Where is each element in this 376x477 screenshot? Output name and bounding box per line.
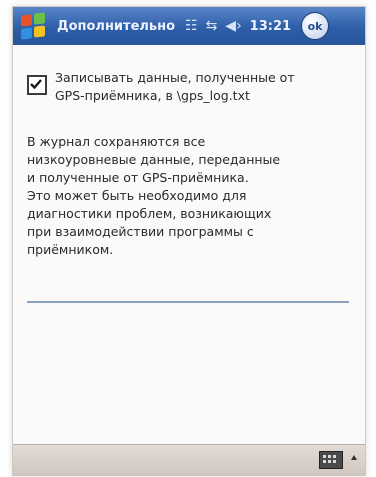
window-title: Дополнительно: [57, 18, 176, 34]
gps-log-option[interactable]: Записывать данные, полученные от GPS-при…: [27, 69, 357, 105]
windows-start-icon[interactable]: [17, 9, 51, 43]
description-line: В журнал сохраняются все: [27, 134, 206, 149]
sync-arrows-icon[interactable]: ⇆: [206, 18, 218, 34]
title-bar: Дополнительно ☷ ⇆ ◀​› 13:21 ok: [13, 7, 365, 45]
ok-button[interactable]: ok: [301, 12, 330, 40]
description-line: приёмником.: [27, 242, 114, 257]
gps-log-checkbox-label[interactable]: Записывать данные, полученные от GPS-при…: [55, 69, 295, 105]
network-icon[interactable]: ☷: [185, 18, 198, 34]
input-menu-arrow-icon[interactable]: [351, 455, 357, 460]
clock[interactable]: 13:21: [250, 19, 291, 34]
description-line: Это может быть необходимо для: [27, 188, 247, 203]
menu-bar: [13, 444, 365, 475]
settings-content: Записывать данные, полученные от GPS-при…: [13, 45, 365, 445]
description-text: В журнал сохраняются все низкоуровневые …: [27, 133, 357, 259]
checkmark-icon: [30, 79, 42, 90]
description-line: диагностики проблем, возникающих: [27, 206, 272, 221]
checkbox-label-line: Записывать данные, полученные от: [55, 70, 295, 85]
divider: [27, 301, 349, 303]
device-screen: Дополнительно ☷ ⇆ ◀​› 13:21 ok Записыват…: [12, 6, 366, 476]
description-line: и полученные от GPS-приёмника.: [27, 170, 249, 185]
checkbox-label-line: GPS-приёмника, в \gps_log.txt: [55, 88, 250, 103]
gps-log-checkbox[interactable]: [27, 75, 47, 95]
description-line: низкоуровневые данные, переданные: [27, 152, 281, 167]
speaker-icon[interactable]: ◀​›: [225, 18, 241, 34]
description-line: при взаимодействии программы с: [27, 224, 254, 239]
keyboard-icon[interactable]: [319, 451, 343, 469]
